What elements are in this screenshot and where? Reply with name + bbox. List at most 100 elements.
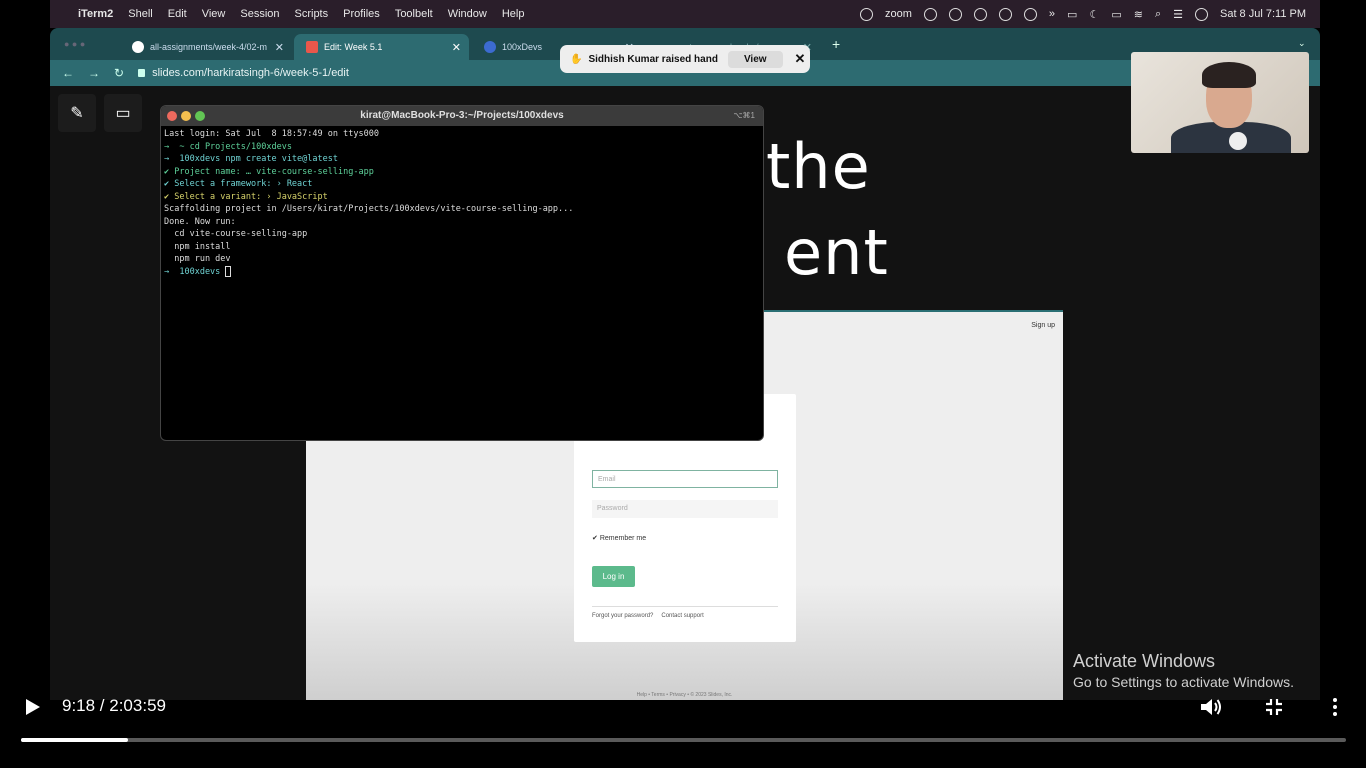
zoom-label[interactable]: zoom [885,8,912,20]
remember-checkbox[interactable]: ✔ Remember me [592,534,646,542]
terminal-line: npm install [164,241,231,252]
terminal-line: Done. Now run: [164,216,236,227]
control-center-icon[interactable]: ☰ [1173,8,1183,21]
contact-support-link[interactable]: Contact support [661,613,703,619]
tab-label: all-assignments/week-4/02-m [150,42,268,52]
menu-help[interactable]: Help [502,8,525,20]
menu-view[interactable]: View [202,8,226,20]
clock[interactable]: Sat 8 Jul 7:11 PM [1220,8,1306,20]
progress-fill [21,738,129,742]
terminal-line: npm run dev [164,254,231,264]
present-button[interactable]: ▭ [104,94,142,132]
pen-tool-button[interactable]: ✎ [58,94,96,132]
reload-icon[interactable]: ↻ [114,66,124,80]
slides-icon [306,41,318,53]
battery-icon[interactable]: ▭ [1067,8,1077,21]
menu-profiles[interactable]: Profiles [343,8,380,20]
more-options-icon[interactable] [1330,697,1340,717]
menu-shell[interactable]: Shell [128,8,152,20]
notification-text: Sidhish Kumar raised hand [588,53,718,65]
terminal-title: kirat@MacBook-Pro-3:~/Projects/100xdevs [360,110,564,121]
terminal-line: cd vite-course-selling-app [164,229,308,239]
tab-label: 100xDevs [502,42,543,52]
chevron-down-icon[interactable]: ⌄ [1298,38,1306,49]
window-controls-icon: ● ● ● [64,39,86,49]
email-field[interactable]: Email [592,470,778,488]
terminal-line: Last login: Sat Jul 8 18:57:49 on ttys00… [164,129,379,139]
browser-window: ● ● ● all-assignments/week-4/02-m ✕ Edit… [50,28,1320,700]
card-footer: Forgot your password? Contact support [592,606,778,619]
terminal-prompt-line[interactable]: → 100xdevs [164,265,760,279]
maximize-icon[interactable] [195,111,205,121]
new-tab-icon[interactable]: + [832,36,840,52]
back-icon[interactable]: ← [62,66,74,80]
page-footer: Help • Terms • Privacy • © 2023 Slides, … [636,692,733,698]
forward-icon[interactable]: → [88,66,100,80]
activate-subtitle: Go to Settings to activate Windows. [1073,674,1294,690]
terminal-prompt: → 100xdevs [164,266,226,277]
webcam-video [1131,52,1309,153]
activate-title: Activate Windows [1073,651,1216,671]
menu-app-name[interactable]: iTerm2 [78,8,113,20]
exit-fullscreen-icon[interactable] [1264,697,1284,717]
tab-label: Edit: Week 5.1 [324,42,383,52]
close-icon[interactable]: ✕ [795,51,806,67]
progress-bar[interactable] [21,738,1346,742]
github-icon [132,41,144,53]
battery-status-icon[interactable]: ▭ [1111,8,1121,21]
terminal-shortcut: ⌥⌘1 [733,111,755,120]
menu-window[interactable]: Window [448,8,487,20]
slide-editor: ✎ ▭ the ent Sign up Email Password ✔ Rem… [50,86,1320,700]
menu-toolbelt[interactable]: Toolbelt [395,8,433,20]
minimize-icon[interactable] [181,111,191,121]
slide-text-line2: ent [784,216,889,289]
terminal-line: ✔ Select a framework: › React [164,179,313,189]
siri-icon[interactable] [1194,7,1208,21]
password-field[interactable]: Password [592,500,778,518]
volume-icon[interactable] [1199,696,1223,718]
signup-link[interactable]: Sign up [1031,322,1055,329]
microphone-icon [1229,132,1247,150]
menu-scripts[interactable]: Scripts [295,8,329,20]
slide-text-line1: the [766,130,871,203]
search-icon[interactable]: ⌕ [1155,8,1161,21]
play-icon[interactable] [22,697,42,717]
status-icon[interactable] [860,7,873,21]
mac-menubar: iTerm2 Shell Edit View Session Scripts P… [50,0,1320,28]
cursor-icon [225,265,232,277]
forgot-password-link[interactable]: Forgot your password? [592,613,653,619]
menu-edit[interactable]: Edit [168,8,187,20]
forward-icon[interactable]: » [1049,8,1055,20]
terminal-line: → ~ cd Projects/100xdevs [164,141,292,152]
status-icon[interactable] [923,7,937,21]
terminal-window[interactable]: kirat@MacBook-Pro-3:~/Projects/100xdevs … [160,105,764,441]
view-button[interactable]: View [727,50,783,68]
terminal-line: Scaffolding project in /Users/kirat/Proj… [164,204,574,214]
time-display: 9:18 / 2:03:59 [62,696,166,715]
menu-session[interactable]: Session [240,8,279,20]
tab-edit-week[interactable]: Edit: Week 5.1 ✕ [294,34,469,60]
url-input[interactable]: slides.com/harkiratsingh-6/week-5-1/edit [152,67,349,79]
close-icon[interactable] [167,111,177,121]
nav-buttons: ← → ↻ [62,66,124,80]
remember-label: Remember me [599,535,647,542]
close-icon[interactable]: ✕ [452,41,461,54]
wifi-icon[interactable]: ≋ [1134,8,1143,21]
tab-github[interactable]: all-assignments/week-4/02-m ✕ [120,34,292,60]
status-icon[interactable] [1023,7,1037,21]
lock-icon[interactable] [138,69,146,77]
login-button[interactable]: Log in [592,566,635,587]
terminal-output[interactable]: Last login: Sat Jul 8 18:57:49 on ttys00… [161,126,763,280]
moon-icon[interactable]: ☾ [1089,8,1099,21]
pen-icon: ✎ [70,105,84,122]
hand-icon: ✋ [570,53,583,65]
100xdevs-icon [484,41,496,53]
terminal-line: ✔ Project name: … vite-course-selling-ap… [164,166,374,177]
terminal-titlebar[interactable]: kirat@MacBook-Pro-3:~/Projects/100xdevs … [161,106,763,126]
status-icon[interactable] [948,7,962,21]
terminal-line: → 100xdevs npm create vite@latest [164,154,338,164]
activate-windows-watermark: Activate Windows Go to Settings to activ… [1073,651,1294,690]
close-icon[interactable]: ✕ [275,41,284,54]
status-icon[interactable] [973,7,987,21]
status-icon[interactable] [998,7,1012,21]
